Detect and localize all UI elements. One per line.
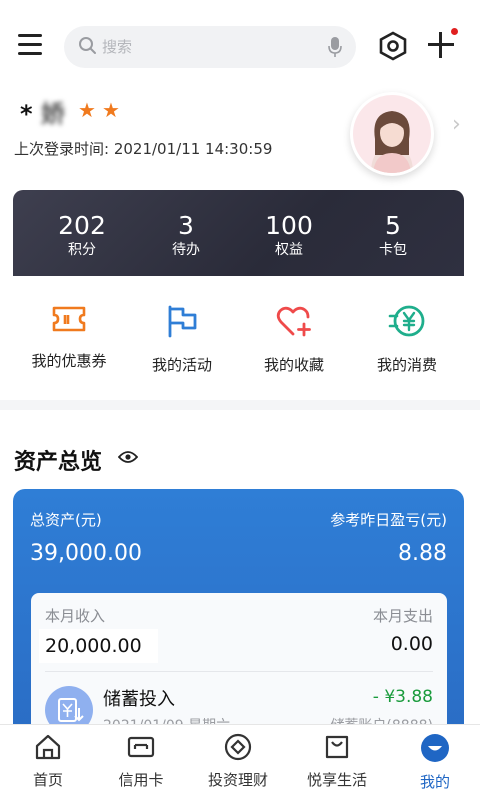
stats-panel: 202 积分 3 待办 100 权益 5 卡包 bbox=[13, 190, 464, 276]
my-spending-button[interactable]: 我的消费 bbox=[351, 304, 463, 375]
quick-actions: 我的优惠券 我的活动 我的收藏 我的消费 bbox=[0, 276, 480, 400]
pnl-value: 8.88 bbox=[398, 541, 447, 566]
pnl-label: 参考昨日盈亏(元) bbox=[330, 511, 447, 529]
user-name: * 娇 bbox=[20, 100, 65, 128]
search-input[interactable]: 搜索 bbox=[64, 26, 356, 68]
stat-card-wallet[interactable]: 5 卡包 bbox=[348, 212, 438, 260]
asset-card[interactable]: 总资产(元) 参考昨日盈亏(元) 39,000.00 8.88 本月收入 本月支… bbox=[13, 489, 464, 773]
transaction-amount: - ¥3.88 bbox=[372, 687, 433, 707]
bottom-nav: 首页 信用卡 投资理财 悦享生活 我的 bbox=[0, 724, 480, 801]
shopping-bag-icon bbox=[325, 735, 349, 759]
tab-investment[interactable]: 投资理财 bbox=[190, 733, 286, 790]
total-assets-label: 总资产(元) bbox=[30, 511, 102, 529]
transaction-item[interactable]: 储蓄投入 - ¥3.88 2021/01/09 星期六 储蓄账户(8888) bbox=[31, 673, 447, 734]
expense-value: 0.00 bbox=[390, 633, 433, 655]
stat-todo[interactable]: 3 待办 bbox=[141, 212, 231, 260]
invest-icon bbox=[224, 733, 252, 761]
last-login-time: 上次登录时间: 2021/01/11 14:30:59 bbox=[14, 140, 273, 158]
divider bbox=[45, 671, 433, 672]
expense-label: 本月支出 bbox=[372, 607, 433, 625]
chevron-right-icon[interactable]: › bbox=[452, 112, 461, 137]
profile-icon bbox=[421, 734, 449, 762]
heart-plus-icon bbox=[276, 306, 311, 337]
notification-dot bbox=[451, 28, 458, 35]
tab-credit-card[interactable]: 信用卡 bbox=[93, 733, 189, 790]
star-icon: ★ bbox=[78, 98, 96, 122]
my-favorites-button[interactable]: 我的收藏 bbox=[238, 304, 350, 375]
tab-mine[interactable]: 我的 bbox=[387, 733, 480, 792]
section-title: 资产总览 bbox=[14, 450, 103, 475]
coupon-icon bbox=[52, 306, 86, 332]
settings-icon[interactable] bbox=[378, 31, 408, 61]
search-icon bbox=[79, 37, 96, 54]
flag-icon bbox=[168, 305, 197, 338]
tab-life[interactable]: 悦享生活 bbox=[289, 733, 385, 790]
credit-card-icon bbox=[127, 736, 155, 758]
income-label: 本月收入 bbox=[45, 607, 106, 625]
home-icon bbox=[35, 734, 61, 760]
star-icon: ★ bbox=[102, 98, 120, 122]
eye-icon[interactable] bbox=[118, 450, 138, 464]
microphone-icon[interactable] bbox=[328, 36, 342, 58]
my-activities-button[interactable]: 我的活动 bbox=[126, 304, 238, 375]
search-placeholder: 搜索 bbox=[102, 38, 133, 56]
top-bar: 搜索 bbox=[0, 0, 480, 92]
stat-benefits[interactable]: 100 权益 bbox=[244, 212, 334, 260]
stat-points[interactable]: 202 积分 bbox=[37, 212, 127, 260]
my-coupons-button[interactable]: 我的优惠券 bbox=[13, 304, 125, 371]
asset-overview: 资产总览 总资产(元) 参考昨日盈亏(元) 39,000.00 8.88 本月收… bbox=[0, 410, 480, 773]
income-value: 20,000.00 bbox=[39, 629, 158, 663]
total-assets-value: 39,000.00 bbox=[30, 541, 142, 566]
transaction-title: 储蓄投入 bbox=[103, 689, 175, 710]
tab-home[interactable]: 首页 bbox=[0, 733, 96, 790]
avatar[interactable] bbox=[350, 92, 434, 176]
add-icon[interactable] bbox=[428, 28, 458, 58]
yuan-coin-icon bbox=[388, 305, 425, 337]
menu-icon[interactable] bbox=[18, 34, 42, 56]
